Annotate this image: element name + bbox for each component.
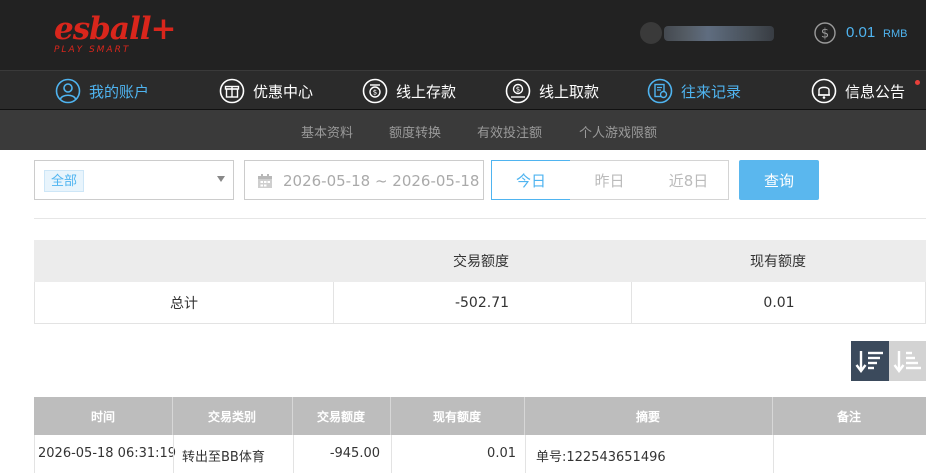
row-type: 转出至BB体育 (182, 450, 265, 465)
query-button[interactable]: 查询 (739, 160, 819, 200)
calendar-icon (258, 174, 272, 188)
range-last8days-button[interactable]: 近8日 (649, 160, 729, 200)
column-header-time[interactable]: 时间 (34, 397, 172, 435)
nav-records[interactable]: 往来记录 (647, 71, 741, 111)
user-avatar (640, 22, 662, 44)
sort-ascending-icon (893, 351, 921, 373)
date-range-text: 2026-05-18 ~ 2026-05-18 (283, 172, 480, 190)
summary-header-transaction: 交易额度 (453, 254, 509, 270)
svg-text:$: $ (516, 86, 520, 94)
details-header-row: 时间 交易类别 交易额度 现有额度 摘要 备注 (34, 397, 926, 435)
selected-category-tag[interactable]: 全部 (44, 170, 85, 192)
notification-dot (915, 80, 920, 85)
subnav-game-limits[interactable]: 个人游戏限额 (579, 122, 657, 141)
summary-total-label: 总计 (170, 296, 198, 312)
user-icon (55, 78, 81, 104)
main-nav: 我的账户 优惠中心 $ 线上存款 $ 线上取款 往来记录 信息公告 (0, 70, 926, 110)
column-divider (525, 435, 526, 473)
column-divider (391, 435, 392, 473)
gift-icon (219, 78, 245, 104)
chevron-down-icon (217, 176, 225, 182)
divider (34, 218, 926, 219)
nav-label: 线上存款 (396, 82, 457, 101)
logo-tagline: PLAY SMART (54, 45, 131, 55)
subnav-credit-transfer[interactable]: 额度转换 (389, 122, 441, 141)
category-select[interactable]: 全部 (34, 160, 234, 200)
balance-unit: RMB (883, 28, 908, 40)
records-icon (647, 78, 673, 104)
nav-withdraw[interactable]: $ 线上取款 (505, 71, 599, 111)
deposit-icon: $ (362, 78, 388, 104)
nav-promotions[interactable]: 优惠中心 (219, 71, 313, 111)
row-amount: -945.00 (329, 446, 380, 461)
username-blurred (664, 26, 774, 41)
column-header-amount[interactable]: 交易额度 (292, 397, 390, 435)
summary-current-balance: 0.01 (763, 295, 795, 311)
nav-label: 信息公告 (845, 82, 906, 101)
nav-label: 往来记录 (681, 82, 742, 101)
nav-label: 线上取款 (539, 82, 600, 101)
summary-transaction-amount: -502.71 (454, 295, 510, 311)
sort-descending-button[interactable] (851, 341, 889, 381)
row-balance: 0.01 (487, 446, 516, 461)
summary-header-row: 交易额度 现有额度 (34, 240, 926, 282)
column-divider (773, 435, 774, 473)
sort-ascending-button[interactable] (889, 341, 926, 381)
subnav-valid-bets[interactable]: 有效投注额 (477, 122, 542, 141)
subnav-basic-info[interactable]: 基本资料 (301, 122, 353, 141)
dollar-coin-icon: $ (814, 22, 836, 44)
column-header-balance[interactable]: 现有额度 (390, 397, 524, 435)
table-row: 2026-05-18 06:31:19 转出至BB体育 -945.00 0.01… (34, 435, 926, 473)
svg-text:$: $ (821, 27, 829, 42)
sub-nav: 基本资料 额度转换 有效投注额 个人游戏限额 (0, 110, 926, 150)
balance-value: 0.01 (846, 24, 876, 41)
nav-label: 优惠中心 (253, 82, 314, 101)
column-divider (293, 435, 294, 473)
column-header-summary[interactable]: 摘要 (524, 397, 772, 435)
sort-descending-icon (855, 351, 883, 373)
date-range-picker[interactable]: 2026-05-18 ~ 2026-05-18 (244, 160, 484, 200)
nav-deposit[interactable]: $ 线上存款 (362, 71, 456, 111)
esball-logo[interactable]: esball+ PLAY SMART (54, 12, 176, 58)
column-divider (173, 435, 174, 473)
nav-my-account[interactable]: 我的账户 (55, 71, 149, 111)
bell-icon (811, 78, 837, 104)
logo-text: esball+ (54, 11, 176, 47)
svg-text:$: $ (373, 89, 377, 97)
row-summary: 单号:122543651496 (536, 450, 666, 465)
column-header-remark[interactable]: 备注 (772, 397, 926, 435)
nav-label: 我的账户 (89, 82, 150, 101)
top-header: esball+ PLAY SMART $ 0.01 RMB (0, 0, 926, 70)
range-yesterday-button[interactable]: 昨日 (570, 160, 650, 200)
row-time: 2026-05-18 06:31:19 (38, 446, 177, 461)
range-today-button[interactable]: 今日 (491, 160, 571, 200)
summary-header-balance: 现有额度 (750, 254, 806, 270)
column-header-type[interactable]: 交易类别 (172, 397, 292, 435)
summary-total-row: 总计 -502.71 0.01 (34, 282, 926, 324)
withdraw-icon: $ (505, 78, 531, 104)
nav-announcements[interactable]: 信息公告 (811, 71, 905, 111)
